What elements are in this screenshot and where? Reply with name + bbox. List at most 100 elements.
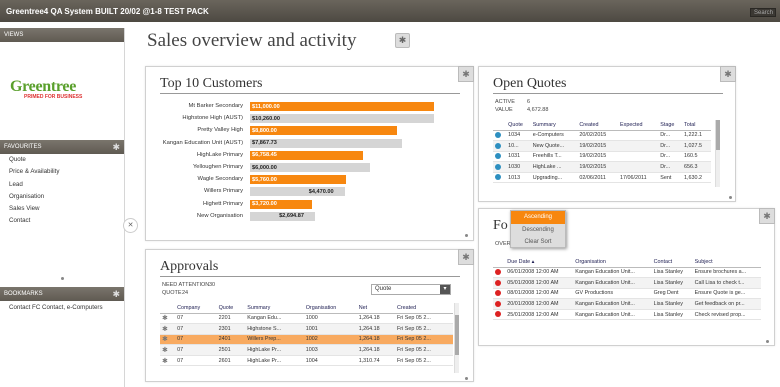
sort-menu-item[interactable]: Descending [511, 224, 565, 237]
gear-icon[interactable]: ✱ [395, 33, 410, 48]
info-icon[interactable] [495, 132, 501, 139]
row-icon-cell[interactable] [493, 288, 506, 300]
alert-icon[interactable] [495, 300, 501, 307]
gear-icon[interactable]: ✱ [458, 249, 474, 265]
row-icon-cell[interactable] [493, 277, 506, 289]
column-header[interactable]: Organisation [303, 303, 357, 314]
table-row[interactable]: 1030 HighLake ... 19/02/2015 Dr... 656.3 [493, 161, 711, 173]
bar-row[interactable]: Kangan Education Unit (AUST) $7,867.73 [146, 138, 476, 149]
gear-icon[interactable]: ✱ [759, 208, 775, 224]
gear-icon[interactable]: ✱ [162, 336, 168, 343]
column-header[interactable]: Summary [530, 120, 578, 131]
sort-menu-item[interactable]: Clear Sort [511, 236, 565, 249]
table-row[interactable]: 1034 e-Computers 20/02/2015 Dr... 1,222.1 [493, 130, 711, 142]
row-icon-cell[interactable]: ✱ [160, 334, 176, 346]
row-icon-cell[interactable]: ✱ [160, 355, 176, 367]
table-row[interactable]: 08/01/2008 12:00 AM GV Productions Greg De… [493, 288, 761, 300]
bar-row[interactable]: New Organisation $2,694.87 [146, 211, 476, 222]
column-header[interactable]: Subject [692, 257, 761, 268]
column-header[interactable]: Company [175, 303, 217, 314]
row-icon-cell[interactable] [493, 298, 506, 310]
bar-row[interactable]: Willers Primary $4,470.00 [146, 187, 476, 197]
resize-handle[interactable] [729, 196, 732, 199]
row-icon-cell[interactable] [493, 140, 507, 152]
alert-icon[interactable] [495, 290, 501, 297]
row-icon-cell[interactable] [493, 130, 507, 142]
column-header[interactable]: Quote [216, 303, 246, 314]
row-icon-cell[interactable]: ✱ [160, 323, 176, 335]
table-row[interactable]: 1031 Freehills T... 19/02/2015 Dr... 160.5 [493, 151, 711, 163]
table-row[interactable]: 05/01/2008 12:00 AM Kangan Education Unit… [493, 277, 761, 289]
row-icon-cell[interactable]: ✱ [160, 344, 176, 356]
column-header[interactable]: Stage [658, 120, 683, 131]
bar-row[interactable]: Highett Primary $3,720.00 [146, 199, 476, 210]
alert-icon[interactable] [495, 311, 501, 318]
resize-handle[interactable] [766, 340, 769, 343]
table-row[interactable]: 1013 Upgrading... 02/06/2011 17/06/2011 Sent… [493, 172, 711, 184]
favourite-item[interactable]: Sales View [9, 203, 59, 215]
table-row[interactable]: 10... New Quote... 19/02/2015 Dr... 1,027.5 [493, 140, 711, 152]
gear-icon[interactable]: ✱ [720, 66, 736, 82]
column-header[interactable]: Net [356, 303, 395, 314]
column-header[interactable]: Quote [506, 120, 531, 131]
favourite-item[interactable]: Contact [9, 215, 59, 227]
favourite-item[interactable]: Quote [9, 154, 59, 166]
bar-row[interactable]: Highstone High (AUST) $10,260.00 [146, 114, 476, 124]
gear-icon[interactable]: ✱ [162, 358, 168, 365]
resize-handle[interactable] [465, 377, 468, 380]
sort-menu-item[interactable]: Ascending [511, 211, 565, 224]
table-row[interactable]: ✱ 07 2201 Kangan Edu... 1000 1,264.18 Fri Sep … [160, 313, 453, 325]
table-row[interactable]: ✱ 07 2401 Willers Prep... 1002 1,264.18 Fri Se… [160, 334, 453, 346]
table-row[interactable]: ✱ 07 2501 HighLake Pr... 1003 1,264.18 Fri Sep… [160, 344, 453, 356]
bar-row[interactable]: HighLake Primary $6,758.45 [146, 150, 476, 161]
bar-row[interactable]: Wagle Secondary $5,760.00 [146, 175, 476, 185]
splitter-handle[interactable] [61, 277, 64, 280]
approvals-filter-select[interactable]: Quote ▾ [371, 284, 451, 295]
gear-icon[interactable]: ✱ [162, 326, 168, 333]
column-header[interactable]: Organisation [573, 257, 652, 268]
search-input[interactable]: Search [750, 8, 776, 17]
gear-icon[interactable]: ✱ [162, 347, 168, 354]
alert-icon[interactable] [495, 279, 501, 286]
gear-icon[interactable]: ✱ [162, 315, 168, 322]
bookmarks-header[interactable]: BOOKMARKS ✱ [0, 287, 124, 301]
row-icon-cell[interactable] [493, 309, 506, 321]
bar-row[interactable]: Mt Barker Secondary $11,000.00 [146, 102, 476, 112]
scrollbar[interactable] [454, 303, 459, 373]
resize-handle[interactable] [465, 234, 468, 237]
column-header[interactable]: Expected [618, 120, 659, 131]
row-icon-cell[interactable]: ✱ [160, 313, 176, 325]
column-header[interactable]: Contact [651, 257, 693, 268]
info-icon[interactable] [495, 163, 501, 170]
gear-icon[interactable]: ✱ [458, 66, 474, 82]
info-icon[interactable] [495, 142, 501, 149]
bar-row[interactable]: Pretty Valley High $8,800.00 [146, 126, 476, 136]
column-header[interactable]: Created [394, 303, 453, 314]
collapse-sidebar-button[interactable]: ✕ [123, 218, 138, 233]
row-icon-cell[interactable] [493, 161, 507, 173]
table-row[interactable]: 06/01/2008 12:00 AM Kangan Education Unit… [493, 267, 761, 279]
scrollbar[interactable] [715, 120, 720, 187]
info-icon[interactable] [495, 153, 501, 160]
gear-icon[interactable]: ✱ [112, 287, 120, 301]
bookmark-item[interactable]: Contact FC Contact, e-Computers [9, 302, 103, 314]
favourite-item[interactable]: Lead [9, 179, 59, 191]
row-icon-cell[interactable] [493, 267, 506, 279]
column-header[interactable]: Created [577, 120, 619, 131]
row-icon-cell[interactable] [493, 172, 507, 184]
column-header[interactable]: Summary [245, 303, 304, 314]
info-icon[interactable] [495, 174, 501, 181]
table-row[interactable]: ✱ 07 2301 Highstone S... 1001 1,264.18 Fri Sep… [160, 323, 453, 335]
column-header[interactable]: Total [682, 120, 711, 131]
alert-icon[interactable] [495, 269, 501, 276]
favourites-header[interactable]: FAVOURITES ✱ [0, 140, 124, 154]
table-row[interactable]: 20/01/2008 12:00 AM Kangan Education Unit… [493, 298, 761, 310]
favourite-item[interactable]: Price & Availability [9, 166, 59, 178]
column-header[interactable]: Due Date ▴ [505, 257, 574, 268]
views-header[interactable]: VIEWS [0, 28, 124, 42]
table-row[interactable]: ✱ 07 2601 HighLake Pr... 1004 1,310.74 Fri Sep… [160, 355, 453, 367]
chevron-down-icon[interactable]: ▾ [440, 285, 450, 294]
favourite-item[interactable]: Organisation [9, 191, 59, 203]
gear-icon[interactable]: ✱ [112, 140, 120, 154]
row-icon-cell[interactable] [493, 151, 507, 163]
